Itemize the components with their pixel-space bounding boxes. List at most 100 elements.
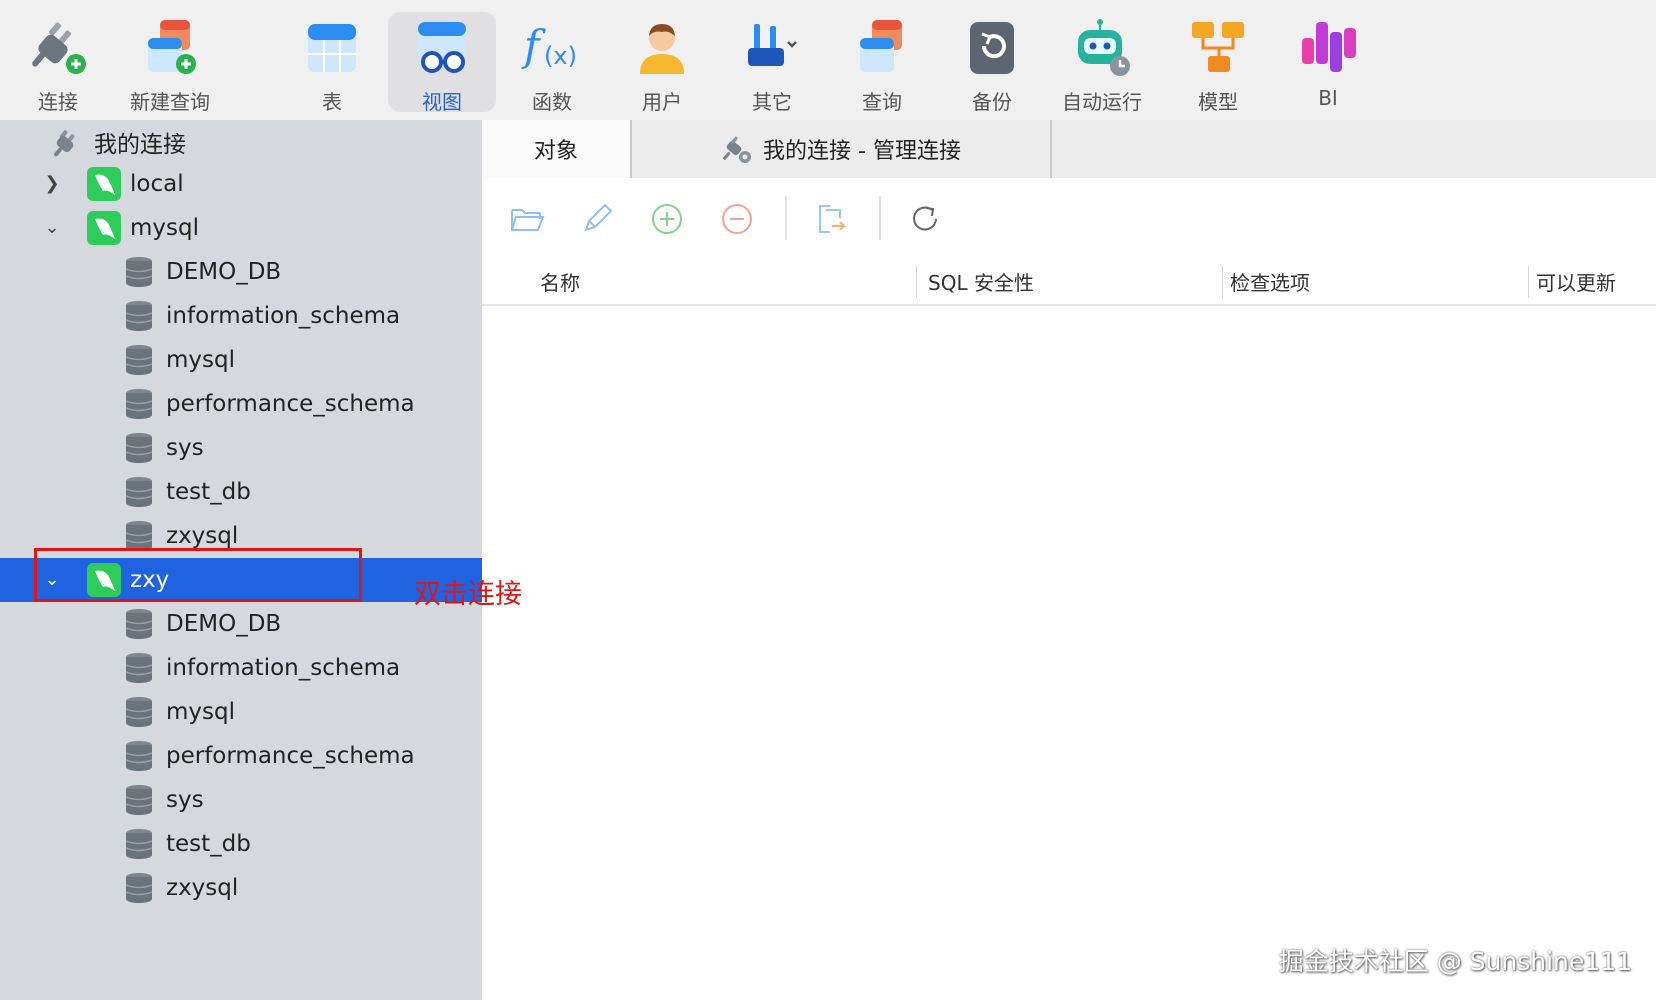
main-toolbar: 连接 新建查询 表 视图 f (x) 函数 用户 其它 查询 备份 自动运行 模… (0, 0, 1656, 120)
open-folder-icon[interactable] (508, 200, 546, 238)
connection-name: mysql (130, 215, 199, 241)
database-name: DEMO_DB (166, 611, 282, 637)
toolbar-bi-button[interactable]: BI (1274, 12, 1382, 112)
toolbar-view-button[interactable]: 视图 (388, 12, 496, 114)
toolbar-bi-label: BI (1318, 86, 1338, 110)
object-toolbar (482, 178, 1656, 258)
toolbar-backup-button[interactable]: 备份 (938, 12, 1046, 114)
bi-chart-icon (1302, 22, 1356, 72)
tree-database-item[interactable]: sys (0, 426, 482, 470)
database-icon (125, 785, 153, 815)
database-name: performance_schema (166, 743, 415, 769)
database-name: zxysql (166, 523, 239, 549)
column-header-sql-security[interactable]: SQL 安全性 (928, 258, 1034, 304)
tree-database-item[interactable]: mysql (0, 690, 482, 734)
tree-database-item[interactable]: test_db (0, 470, 482, 514)
toolbar-separator (785, 196, 787, 240)
add-circle-icon[interactable] (648, 200, 686, 238)
remove-circle-icon[interactable] (718, 200, 756, 238)
database-icon (125, 653, 153, 683)
database-icon (125, 433, 153, 463)
toolbar-backup-label: 备份 (972, 90, 1012, 114)
database-name: performance_schema (166, 391, 415, 417)
database-name: sys (166, 435, 204, 461)
new-query-icon (148, 20, 196, 74)
database-icon (125, 257, 153, 287)
annotation-label: 双击连接 (414, 579, 522, 610)
database-name: zxysql (166, 875, 239, 901)
svg-text:(x): (x) (544, 42, 577, 70)
database-icon (125, 389, 153, 419)
column-separator[interactable] (916, 266, 917, 298)
database-icon (125, 829, 153, 859)
toolbar-query-label: 查询 (862, 90, 902, 114)
svg-text:f: f (521, 21, 546, 70)
tab-manage-connections[interactable]: 我的连接 - 管理连接 (632, 120, 1050, 178)
tree-connection-mysql[interactable]: ⌄ mysql (0, 206, 482, 250)
tree-database-item[interactable]: information_schema (0, 646, 482, 690)
database-name: DEMO_DB (166, 259, 282, 285)
tree-root-label: 我的连接 (94, 132, 186, 158)
column-separator[interactable] (1528, 266, 1529, 298)
toolbar-separator (879, 196, 881, 240)
tree-root-my-connections[interactable]: 我的连接 (0, 120, 482, 164)
mysql-connection-icon (87, 211, 121, 245)
toolbar-connect-button[interactable]: 连接 (4, 12, 112, 114)
toolbar-other-button[interactable]: 其它 (718, 12, 826, 114)
tree-database-item[interactable]: performance_schema (0, 382, 482, 426)
toolbar-automation-label: 自动运行 (1062, 90, 1142, 114)
database-name: test_db (166, 831, 251, 857)
watermark: 掘金技术社区 @ Sunshine111 (1278, 947, 1632, 976)
toolbar-new-query-button[interactable]: 新建查询 (116, 12, 224, 114)
database-name: information_schema (166, 655, 401, 681)
column-header-updatable[interactable]: 可以更新 (1536, 258, 1616, 304)
refresh-icon[interactable] (906, 200, 944, 238)
tree-database-item[interactable]: DEMO_DB (0, 602, 482, 646)
database-name: mysql (166, 347, 235, 373)
toolbar-other-label: 其它 (752, 90, 792, 114)
connect-plug-icon (32, 22, 86, 74)
edit-pencil-icon[interactable] (578, 200, 616, 238)
export-icon[interactable] (812, 200, 850, 238)
toolbar-automation-button[interactable]: 自动运行 (1048, 12, 1156, 114)
database-name: test_db (166, 479, 251, 505)
toolbar-function-label: 函数 (532, 90, 572, 114)
toolbar-function-button[interactable]: f (x) 函数 (498, 12, 606, 114)
database-icon (125, 609, 153, 639)
tree-database-item[interactable]: mysql (0, 338, 482, 382)
column-header-name[interactable]: 名称 (540, 258, 580, 304)
tree-connection-local[interactable]: ❯ local (0, 162, 482, 206)
view-list-header: 名称 SQL 安全性 检查选项 可以更新 (482, 258, 1656, 306)
tools-icon (748, 24, 797, 66)
tree-database-item[interactable]: information_schema (0, 294, 482, 338)
model-icon (1192, 22, 1244, 72)
toolbar-new-query-label: 新建查询 (130, 90, 210, 114)
tab-objects[interactable]: 对象 (482, 120, 630, 178)
tree-database-item[interactable]: test_db (0, 822, 482, 866)
tree-database-item[interactable]: DEMO_DB (0, 250, 482, 294)
connection-settings-icon (723, 136, 752, 163)
robot-icon (1078, 19, 1130, 76)
tree-database-item[interactable]: performance_schema (0, 734, 482, 778)
toolbar-user-label: 用户 (642, 90, 682, 114)
toolbar-model-button[interactable]: 模型 (1164, 12, 1272, 114)
connection-name: local (130, 171, 184, 197)
column-separator[interactable] (1222, 266, 1223, 298)
user-icon (640, 24, 684, 74)
toolbar-table-button[interactable]: 表 (278, 12, 386, 114)
tree-database-item[interactable]: zxysql (0, 866, 482, 910)
chevron-right-icon[interactable]: ❯ (40, 172, 64, 196)
toolbar-user-button[interactable]: 用户 (608, 12, 716, 114)
toolbar-query-button[interactable]: 查询 (828, 12, 936, 114)
tree-database-item[interactable]: sys (0, 778, 482, 822)
chevron-down-icon[interactable]: ⌄ (40, 216, 64, 240)
query-icon (860, 20, 902, 72)
table-icon (308, 24, 356, 72)
view-glasses-icon (418, 22, 466, 73)
tab-manage-label: 我的连接 - 管理连接 (763, 139, 961, 164)
column-header-check-option[interactable]: 检查选项 (1230, 258, 1310, 304)
function-fx-icon: f (x) (521, 21, 577, 70)
toolbar-connect-label: 连接 (38, 90, 78, 114)
backup-icon (970, 22, 1014, 74)
database-icon (125, 345, 153, 375)
